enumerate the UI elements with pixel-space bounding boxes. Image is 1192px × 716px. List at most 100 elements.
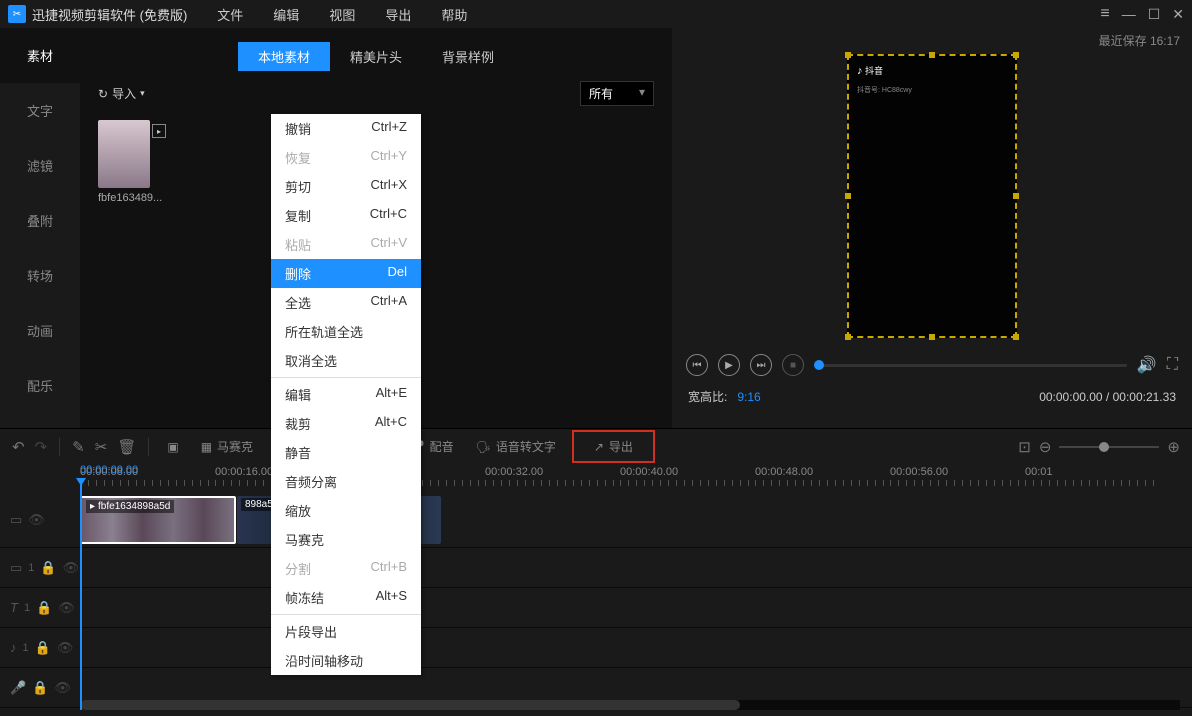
resize-handle[interactable] [845, 52, 851, 58]
redo-icon[interactable]: ↷ [35, 438, 48, 456]
maximize-button[interactable]: ☐ [1148, 6, 1161, 23]
undo-icon[interactable]: ↶ [12, 438, 25, 456]
resize-handle[interactable] [845, 193, 851, 199]
lock-icon[interactable]: 🔒 [35, 640, 51, 656]
cut-icon[interactable]: ✂ [95, 438, 108, 456]
cm-paste[interactable]: 粘贴Ctrl+V [271, 230, 421, 259]
sidebar-item-material[interactable]: 素材 [0, 28, 80, 83]
cm-audio-detach[interactable]: 音频分离 [271, 467, 421, 496]
progress-handle[interactable] [814, 360, 824, 370]
tab-intro[interactable]: 精美片头 [330, 42, 422, 71]
sidebar-item-filter[interactable]: 滤镜 [0, 138, 80, 193]
last-saved-label: 最近保存 16:17 [1099, 32, 1180, 49]
lock-icon[interactable]: 🔒 [40, 560, 56, 576]
cm-cut[interactable]: 剪切Ctrl+X [271, 172, 421, 201]
tool-mosaic[interactable]: ▦马赛克 [195, 438, 259, 455]
cm-redo[interactable]: 恢复Ctrl+Y [271, 143, 421, 172]
sidebar-item-text[interactable]: 文字 [0, 83, 80, 138]
menu-view[interactable]: 视图 [329, 5, 355, 24]
cm-selectall[interactable]: 全选Ctrl+A [271, 288, 421, 317]
cm-copy[interactable]: 复制Ctrl+C [271, 201, 421, 230]
tool-crop[interactable]: ▣ [161, 440, 184, 454]
sidebar-item-animation[interactable]: 动画 [0, 303, 80, 358]
resize-handle[interactable] [1013, 52, 1019, 58]
cm-mosaic[interactable]: 马赛克 [271, 525, 421, 554]
fullscreen-icon[interactable]: ⛶ [1167, 356, 1178, 374]
import-button[interactable]: ↻ 导入 ▾ [98, 85, 145, 102]
zoom-in-icon[interactable]: ⊕ [1167, 438, 1180, 456]
video-clip-1[interactable]: ▸fbfe1634898a5d [80, 496, 236, 544]
cm-crop[interactable]: 裁剪Alt+C [271, 409, 421, 438]
overlay-track[interactable]: ▭1🔒👁 [0, 548, 1192, 588]
prev-button[interactable]: ⏮ [686, 354, 708, 376]
resize-handle[interactable] [845, 334, 851, 340]
play-button[interactable]: ▶ [718, 354, 740, 376]
tool-speech2text[interactable]: 🗣语音转文字 [470, 438, 562, 455]
fit-icon[interactable]: ⊡ [1018, 438, 1031, 456]
zoom-slider[interactable] [1059, 446, 1159, 448]
media-thumbnail[interactable]: ▸ fbfe163489... [98, 120, 160, 204]
next-button[interactable]: ⏭ [750, 354, 772, 376]
playhead[interactable] [80, 480, 82, 710]
audio-track[interactable]: ♪1🔒👁 [0, 628, 1192, 668]
timeline: 00:00:00.00 00:00:08.00 00:00:16.00 00:0… [0, 464, 1192, 714]
zoom-out-icon[interactable]: ⊖ [1039, 438, 1052, 456]
menu-edit[interactable]: 编辑 [273, 5, 299, 24]
play-badge-icon: ▸ [152, 124, 166, 138]
cm-zoom[interactable]: 缩放 [271, 496, 421, 525]
volume-icon[interactable]: 🔊 [1137, 355, 1157, 375]
resize-handle[interactable] [1013, 193, 1019, 199]
menu-help[interactable]: 帮助 [441, 5, 467, 24]
cm-mute[interactable]: 静音 [271, 438, 421, 467]
delete-icon[interactable]: 🗑 [117, 438, 136, 456]
preview-frame[interactable]: ♪ 抖音 抖音号: HC88cwy [847, 54, 1017, 338]
mic-track-icon: 🎤 [10, 680, 26, 696]
stop-button[interactable]: ■ [782, 354, 804, 376]
eye-icon[interactable]: 👁 [58, 600, 75, 616]
cm-deselect[interactable]: 取消全选 [271, 346, 421, 375]
video-track[interactable]: ▭👁 ▸fbfe1634898a5d 898a5d4ec7cb... [0, 492, 1192, 548]
eye-icon[interactable]: 👁 [54, 680, 71, 696]
time-mark: 00:00:08.00 [80, 464, 215, 492]
cm-split[interactable]: 分割Ctrl+B [271, 554, 421, 583]
lock-icon[interactable]: 🔒 [36, 600, 52, 616]
resize-handle[interactable] [929, 334, 935, 340]
close-button[interactable]: ✕ [1172, 6, 1184, 23]
sidebar-item-music[interactable]: 配乐 [0, 358, 80, 413]
zoom-handle[interactable] [1099, 442, 1109, 452]
horizontal-scrollbar[interactable] [80, 700, 1180, 710]
text-track[interactable]: T1🔒👁 [0, 588, 1192, 628]
app-title: 迅捷视频剪辑软件 (免费版) [32, 5, 187, 24]
eye-icon[interactable]: 👁 [63, 560, 80, 576]
tab-background[interactable]: 背景样例 [422, 42, 514, 71]
tab-local[interactable]: 本地素材 [238, 42, 330, 71]
time-ruler[interactable]: 00:00:08.00 00:00:16.00 00:00:24.00 00:0… [0, 464, 1192, 492]
sidebar-item-transition[interactable]: 转场 [0, 248, 80, 303]
eye-icon[interactable]: 👁 [28, 512, 45, 528]
eye-icon[interactable]: 👁 [57, 640, 74, 656]
cm-edit[interactable]: 编辑Alt+E [271, 380, 421, 409]
cm-freeze[interactable]: 帧冻结Alt+S [271, 583, 421, 612]
cm-delete[interactable]: 删除Del [271, 259, 421, 288]
cm-move-timeline[interactable]: 沿时间轴移动 [271, 646, 421, 675]
resize-handle[interactable] [929, 52, 935, 58]
export-button[interactable]: ↗导出 [572, 430, 655, 463]
hamburger-icon[interactable]: ≡ [1100, 5, 1109, 23]
resize-handle[interactable] [1013, 334, 1019, 340]
cm-selecttrack[interactable]: 所在轨道全选 [271, 317, 421, 346]
context-menu: 撤销Ctrl+Z 恢复Ctrl+Y 剪切Ctrl+X 复制Ctrl+C 粘贴Ct… [271, 114, 421, 675]
progress-bar[interactable] [814, 364, 1127, 367]
cm-export-clip[interactable]: 片段导出 [271, 617, 421, 646]
edit-icon[interactable]: ✎ [72, 438, 85, 456]
lock-icon[interactable]: 🔒 [32, 680, 48, 696]
cm-undo[interactable]: 撤销Ctrl+Z [271, 114, 421, 143]
sidebar-item-overlay[interactable]: 叠附 [0, 193, 80, 248]
left-sidebar: 素材 文字 滤镜 叠附 转场 动画 配乐 [0, 28, 80, 428]
minimize-button[interactable]: — [1122, 6, 1136, 22]
filter-dropdown[interactable]: 所有 [580, 81, 654, 106]
aspect-value[interactable]: 9:16 [737, 390, 760, 404]
material-panel: 本地素材 精美片头 背景样例 ↻ 导入 ▾ 所有 ▸ fbfe163489...… [80, 28, 672, 428]
menu-file[interactable]: 文件 [217, 5, 243, 24]
scrollbar-thumb[interactable] [80, 700, 740, 710]
menu-export[interactable]: 导出 [385, 5, 411, 24]
